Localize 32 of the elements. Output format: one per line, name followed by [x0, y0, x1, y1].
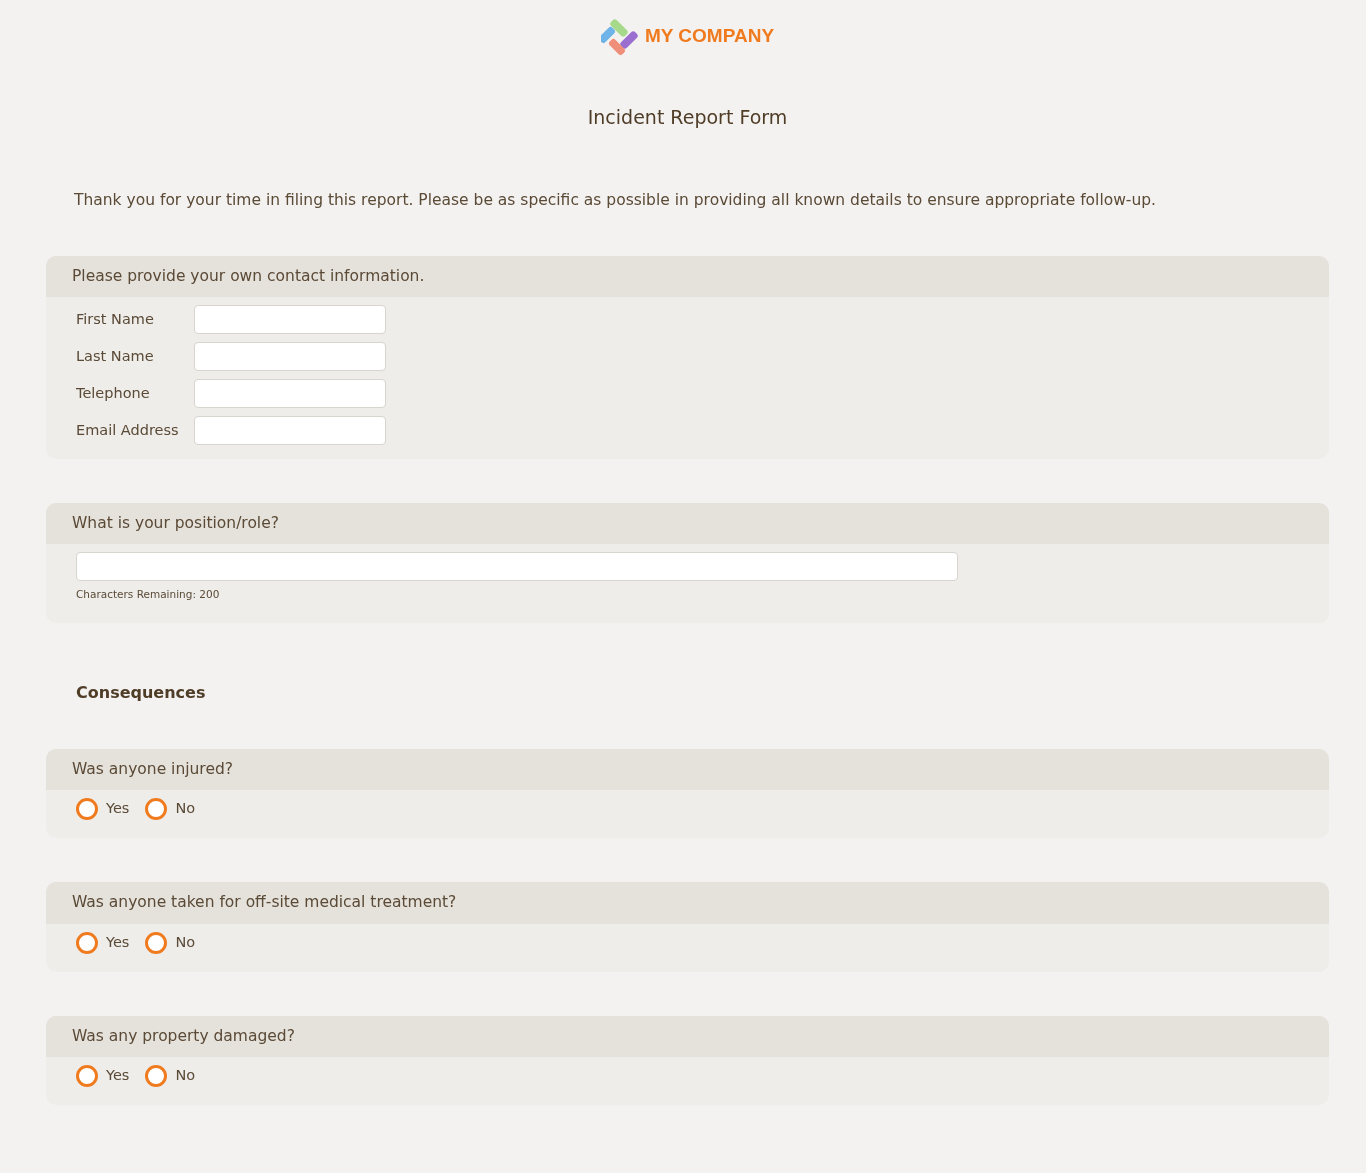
radio-button[interactable] — [145, 798, 168, 821]
input-field[interactable] — [194, 379, 386, 408]
input-field[interactable] — [76, 552, 958, 582]
section-title: Was anyone injured? — [72, 760, 233, 778]
option-label: No — [175, 932, 196, 952]
option-label: Yes — [106, 932, 130, 952]
input-field[interactable] — [194, 305, 386, 334]
option-label: No — [175, 799, 196, 819]
option-label: No — [175, 1065, 196, 1085]
option-label: Yes — [106, 1065, 130, 1085]
radio-button[interactable] — [76, 798, 98, 821]
section-heading: Consequences — [76, 682, 207, 704]
option-label: Yes — [106, 799, 130, 819]
radio-button[interactable] — [76, 931, 98, 954]
input-field[interactable] — [194, 342, 386, 371]
field-label: First Name — [76, 309, 155, 329]
field-label: Email Address — [76, 420, 180, 440]
character-counter: Characters Remaining: 200 — [76, 587, 221, 603]
form-title: Incident Report Form — [587, 106, 788, 129]
logo-text: MY COMPANY — [644, 23, 775, 48]
input-field[interactable] — [194, 416, 386, 445]
radio-button[interactable] — [145, 931, 168, 954]
intro-text: Thank you for your time in filing this report. Please be as specific as possible in providing all known details to ensure appropriate follow-up. — [74, 189, 1158, 211]
radio-button[interactable] — [76, 1064, 98, 1087]
section-title: What is your position/role? — [72, 514, 279, 532]
section-title: Please provide your own contact information. — [72, 266, 425, 285]
section-title: Was anyone taken for off-site medical treatment? — [72, 893, 457, 912]
field-label: Last Name — [76, 346, 155, 366]
radio-button[interactable] — [145, 1064, 168, 1087]
field-label: Telephone — [76, 383, 151, 403]
logo-icon — [600, 16, 641, 56]
section-title: Was any property damaged? — [72, 1026, 295, 1045]
